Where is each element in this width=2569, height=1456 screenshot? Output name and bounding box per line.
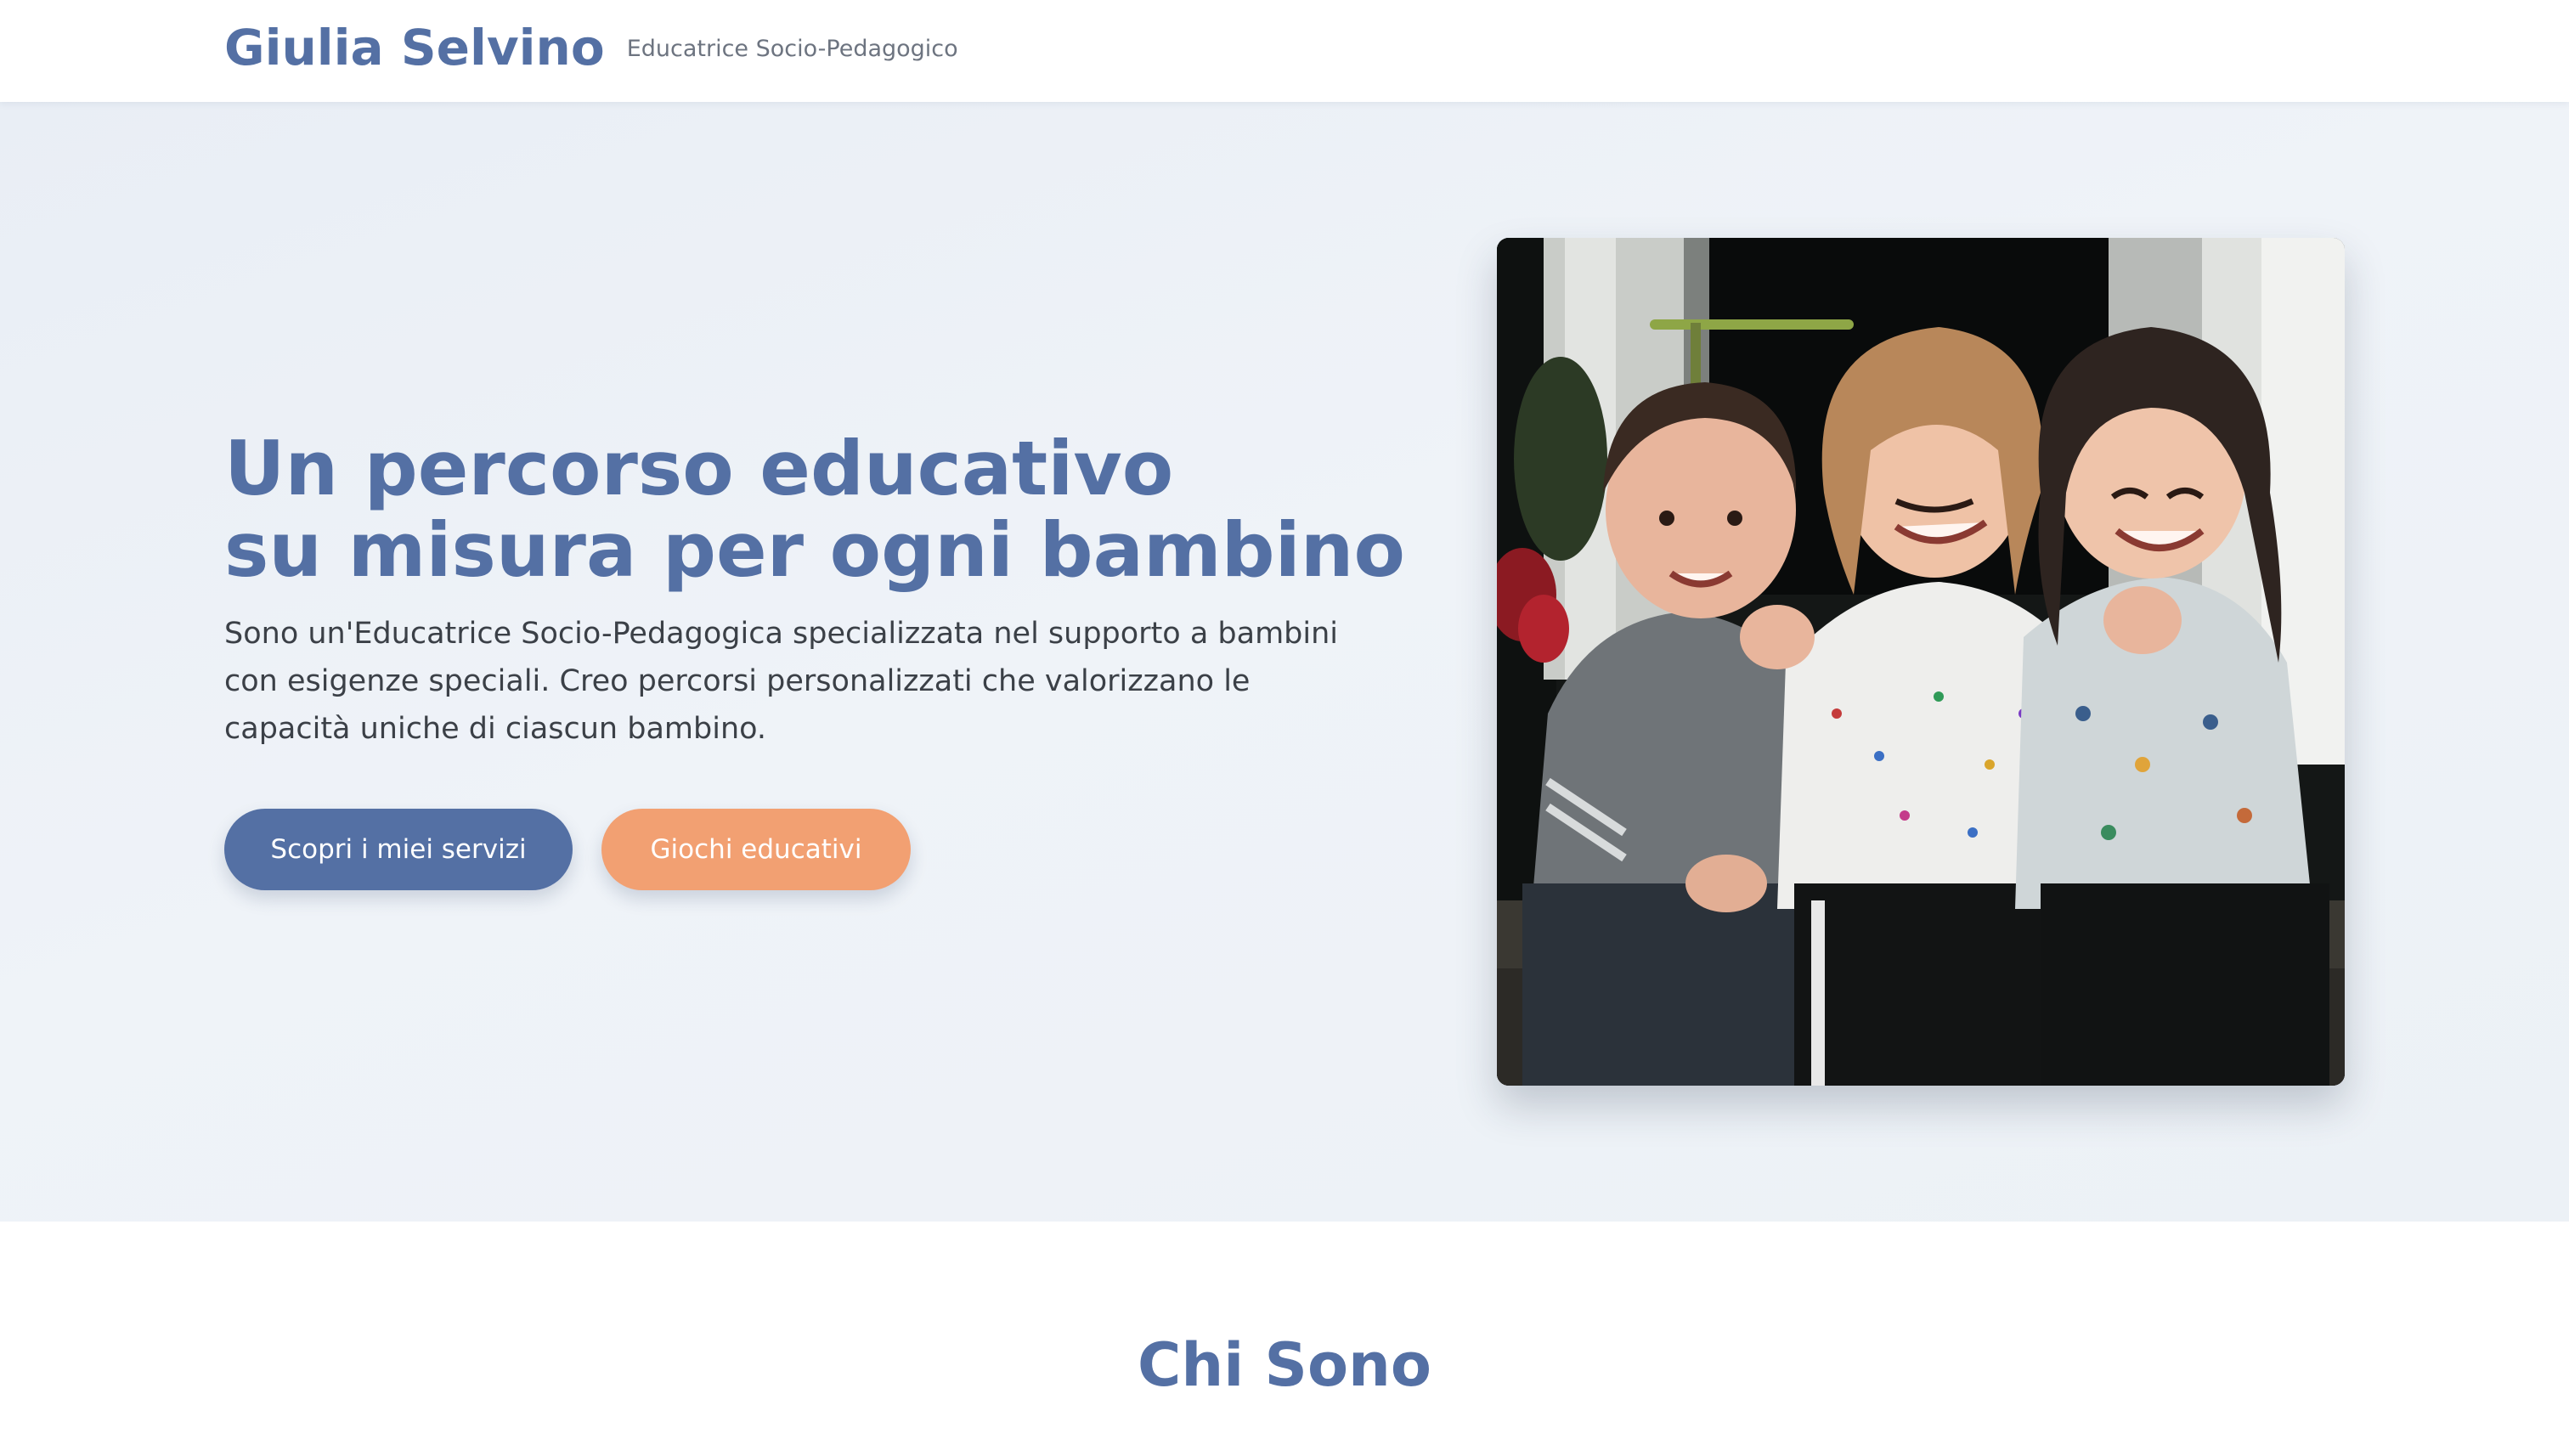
brand-name[interactable]: Giulia Selvino: [224, 19, 605, 76]
hero-text: Un percorso educativo su misura per ogni…: [224, 428, 1414, 890]
hero-title-line-2: su misura per ogni bambino: [224, 506, 1405, 594]
services-button[interactable]: Scopri i miei servizi: [224, 809, 573, 890]
hero-section: Un percorso educativo su misura per ogni…: [0, 102, 2569, 1222]
hero-title: Un percorso educativo su misura per ogni…: [224, 428, 1414, 591]
about-title: Chi Sono: [1137, 1330, 1431, 1400]
hero-description: Sono un'Educatrice Socio-Pedagogica spec…: [224, 617, 1339, 746]
brand[interactable]: Giulia Selvino Educatrice Socio-Pedagogi…: [224, 19, 958, 76]
hero-title-line-1: Un percorso educativo: [224, 425, 1174, 512]
brand-tagline: Educatrice Socio-Pedagogico: [626, 36, 958, 62]
children-photo-illustration: [1497, 238, 2345, 1086]
hero-photo: [1497, 238, 2345, 1086]
about-section: Chi Sono: [0, 1222, 2569, 1456]
site-header: Giulia Selvino Educatrice Socio-Pedagogi…: [0, 0, 2569, 102]
educational-games-button[interactable]: Giochi educativi: [601, 809, 911, 890]
hero-actions: Scopri i miei servizi Giochi educativi: [224, 809, 1414, 890]
